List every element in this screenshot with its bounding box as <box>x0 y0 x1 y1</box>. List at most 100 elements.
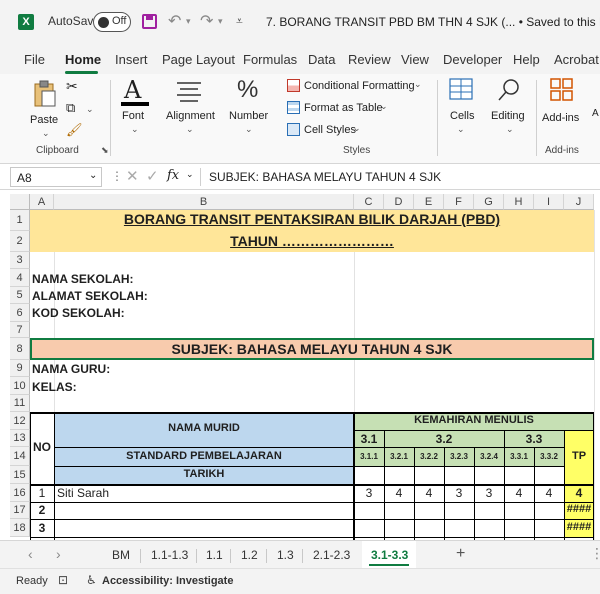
student-no[interactable]: 3 <box>30 521 54 535</box>
editing-button[interactable]: Editing ⌄ <box>489 78 529 138</box>
copy-icon[interactable]: ⧉ <box>66 100 75 116</box>
enter-icon[interactable]: ✓ <box>146 167 159 185</box>
document-title[interactable]: 7. BORANG TRANSIT PBD BM THN 4 SJK (... … <box>266 15 600 29</box>
row-header-3[interactable]: 3 <box>10 252 30 269</box>
std-code[interactable]: 3.3.2 <box>534 452 564 461</box>
tab-developer[interactable]: Developer <box>443 52 502 67</box>
sheet-tab-2-1-2-3[interactable]: 2.1-2.3 <box>313 548 350 562</box>
std-code[interactable]: 3.2.4 <box>474 452 504 461</box>
col-header-j[interactable]: J <box>564 194 594 210</box>
school-name-label[interactable]: NAMA SEKOLAH: <box>32 272 134 286</box>
standard-header[interactable]: STANDARD PEMBELAJARAN <box>54 450 354 462</box>
tab-acrobat[interactable]: Acrobat <box>554 52 599 67</box>
tab-help[interactable]: Help <box>513 52 540 67</box>
no-header[interactable]: NO <box>30 440 54 454</box>
copy-dropdown-icon[interactable]: ⌄ <box>86 104 94 115</box>
conditional-formatting-button[interactable]: Conditional Formatting ⌄ <box>286 78 426 96</box>
new-sheet-icon[interactable]: + <box>456 545 465 563</box>
std-group-3-2[interactable]: 3.2 <box>384 432 504 446</box>
sheet-tab-3-1-3-3[interactable]: 3.1-3.3 <box>371 548 408 562</box>
ribbon-overflow-icon[interactable]: A <box>592 108 599 119</box>
accessibility-icon[interactable]: ♿ <box>86 573 97 587</box>
accessibility-status[interactable]: Accessibility: Investigate <box>102 575 233 587</box>
score-cell[interactable]: 4 <box>504 486 534 500</box>
redo-icon[interactable]: ↷ <box>200 11 213 31</box>
scroll-tabs-left-icon[interactable]: ‹ <box>28 546 33 562</box>
row-header-2[interactable]: 2 <box>10 231 30 252</box>
format-painter-icon[interactable]: 🖌 <box>66 122 83 138</box>
tab-insert[interactable]: Insert <box>115 52 148 67</box>
std-code[interactable]: 3.1.1 <box>354 452 384 461</box>
school-address-label[interactable]: ALAMAT SEKOLAH: <box>32 289 148 303</box>
worksheet-grid[interactable]: A B C D E F G H I J 1 2 3 4 5 6 7 8 9 10… <box>0 190 600 540</box>
teacher-name-label[interactable]: NAMA GURU: <box>32 362 110 376</box>
tp-header[interactable]: TP <box>564 450 594 462</box>
sheet-tab-1-3[interactable]: 1.3 <box>277 548 294 562</box>
sheet-tab-1-1[interactable]: 1.1 <box>206 548 223 562</box>
row-header-4[interactable]: 4 <box>10 269 30 287</box>
tab-file[interactable]: File <box>24 52 45 67</box>
row-header-18[interactable]: 18 <box>10 519 30 537</box>
sheet-tab-bm[interactable]: BM <box>112 548 130 562</box>
macro-record-icon[interactable]: ⊡ <box>58 573 68 587</box>
score-cell[interactable]: 4 <box>414 486 444 500</box>
score-cell[interactable]: 3 <box>474 486 504 500</box>
cell-styles-button[interactable]: Cell Styles ⌄ <box>286 122 366 140</box>
col-header-c[interactable]: C <box>354 194 384 210</box>
alignment-button[interactable]: Alignment ⌄ <box>164 78 216 138</box>
row-header-1[interactable]: 1 <box>10 210 30 231</box>
student-no[interactable]: 2 <box>30 503 54 517</box>
row-header-14[interactable]: 14 <box>10 447 30 466</box>
score-cell[interactable]: 4 <box>384 486 414 500</box>
select-all-button[interactable] <box>10 194 30 210</box>
cancel-icon[interactable]: ✕ <box>126 167 139 185</box>
tp-cell[interactable]: #### <box>564 521 594 533</box>
save-icon[interactable] <box>142 14 157 29</box>
undo-icon[interactable]: ↶ <box>168 11 181 31</box>
nama-murid-header[interactable]: NAMA MURID <box>54 422 354 434</box>
formula-input[interactable]: SUBJEK: BAHASA MELAYU TAHUN 4 SJK <box>209 170 441 184</box>
customize-toolbar-icon[interactable]: ⩡ <box>236 14 243 29</box>
subject-title[interactable]: SUBJEK: BAHASA MELAYU TAHUN 4 SJK <box>30 341 594 357</box>
std-code[interactable]: 3.2.1 <box>384 452 414 461</box>
form-title[interactable]: BORANG TRANSIT PENTAKSIRAN BILIK DARJAH … <box>30 211 594 227</box>
row-header-10[interactable]: 10 <box>10 377 30 395</box>
row-header-12[interactable]: 12 <box>10 412 30 430</box>
score-cell[interactable]: 3 <box>444 486 474 500</box>
sheet-tab-1-1-1-3[interactable]: 1.1-1.3 <box>151 548 188 562</box>
col-header-d[interactable]: D <box>384 194 414 210</box>
tp-cell[interactable]: #### <box>564 503 594 515</box>
col-header-h[interactable]: H <box>504 194 534 210</box>
row-header-6[interactable]: 6 <box>10 304 30 322</box>
col-header-b[interactable]: B <box>54 194 354 210</box>
tab-formulas[interactable]: Formulas <box>243 52 297 67</box>
scroll-tabs-right-icon[interactable]: › <box>56 546 61 562</box>
row-header-11[interactable]: 11 <box>10 395 30 412</box>
insert-function-icon[interactable]: fx <box>167 168 179 183</box>
formula-bar-options-icon[interactable]: ⋮ <box>111 169 123 183</box>
tarikh-header[interactable]: TARIKH <box>54 468 354 480</box>
clipboard-launcher-icon[interactable]: ⬊ <box>101 145 109 156</box>
std-group-3-1[interactable]: 3.1 <box>354 432 384 446</box>
autosave-toggle[interactable]: Off <box>93 12 131 32</box>
tab-view[interactable]: View <box>401 52 429 67</box>
number-button[interactable]: % Number ⌄ <box>226 76 272 138</box>
student-name[interactable]: Siti Sarah <box>57 486 109 500</box>
row-header-16[interactable]: 16 <box>10 484 30 502</box>
tab-data[interactable]: Data <box>308 52 335 67</box>
col-header-g[interactable]: G <box>474 194 504 210</box>
cells-button[interactable]: Cells ⌄ <box>445 78 477 138</box>
sheet-tab-1-2[interactable]: 1.2 <box>241 548 258 562</box>
row-header-7[interactable]: 7 <box>10 322 30 338</box>
tab-page-layout[interactable]: Page Layout <box>162 52 235 67</box>
row-header-15[interactable]: 15 <box>10 466 30 484</box>
row-header-17[interactable]: 17 <box>10 502 30 519</box>
row-header-9[interactable]: 9 <box>10 360 30 377</box>
name-box[interactable]: A8 ⌄ <box>10 167 102 187</box>
name-box-dropdown-icon[interactable]: ⌄ <box>89 170 97 181</box>
col-header-i[interactable]: I <box>534 194 564 210</box>
redo-dropdown-icon[interactable]: ▾ <box>218 16 223 27</box>
kemahiran-header[interactable]: KEMAHIRAN MENULIS <box>354 414 594 426</box>
formula-dropdown-icon[interactable]: ⌄ <box>186 169 194 180</box>
student-no[interactable]: 1 <box>30 486 54 500</box>
